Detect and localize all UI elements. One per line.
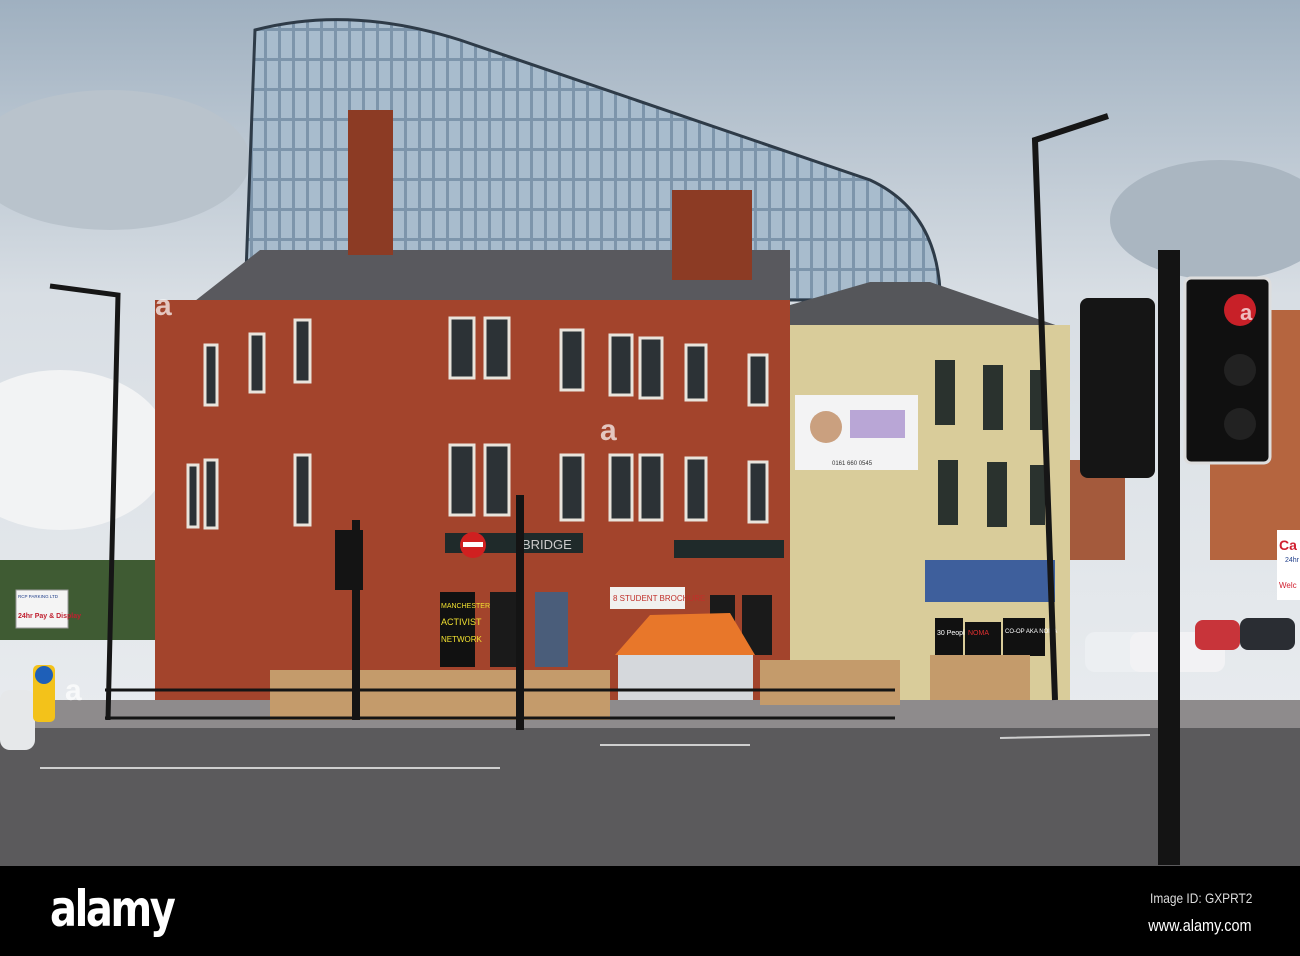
traffic-light xyxy=(1080,298,1155,478)
billboard: 0161 660 0545 xyxy=(795,395,918,470)
alamy-logo: alamy xyxy=(50,880,176,938)
svg-text:a: a xyxy=(155,289,172,322)
svg-text:Welc: Welc xyxy=(1279,581,1297,590)
svg-text:BRIDGE: BRIDGE xyxy=(522,537,572,552)
svg-text:NETWORK: NETWORK xyxy=(441,635,483,644)
traffic-light-pole xyxy=(516,495,524,730)
blue-shopfront xyxy=(925,560,1055,602)
road xyxy=(0,728,1300,866)
svg-text:a: a xyxy=(600,414,617,447)
website-link[interactable]: www.alamy.com xyxy=(1149,916,1252,936)
protest-boards: 30 People MADE NOMA CO-OP AKA NOMA xyxy=(935,618,1057,660)
amber-light xyxy=(1224,354,1256,386)
green-light xyxy=(1224,408,1256,440)
chimney xyxy=(348,110,393,255)
svg-text:RCP PARKING LTD: RCP PARKING LTD xyxy=(18,594,59,599)
svg-text:MANCHESTER: MANCHESTER xyxy=(441,603,490,610)
street-photo: MANCHESTER ACTIVIST NETWORK BRIDGE 8 STU… xyxy=(0,0,1300,866)
svg-text:8 STUDENT BROCHURE: 8 STUDENT BROCHURE xyxy=(613,594,705,603)
svg-text:CO-OP AKA NOMA: CO-OP AKA NOMA xyxy=(1005,629,1057,635)
chimney xyxy=(672,190,752,280)
keep-left-sign xyxy=(35,666,53,684)
watermark-bar: alamy Image ID: GXPRT2 www.alamy.com xyxy=(0,866,1300,956)
car-park-sign: Ca 24hr Welc xyxy=(1277,530,1300,600)
svg-text:24hr Pay & Display: 24hr Pay & Display xyxy=(18,613,81,620)
traffic-light-pole xyxy=(1158,250,1180,865)
traffic-light xyxy=(335,530,363,590)
svg-text:a: a xyxy=(65,674,82,707)
svg-text:NOMA: NOMA xyxy=(968,630,989,637)
svg-text:ACTIVIST: ACTIVIST xyxy=(441,617,482,627)
svg-text:Ca: Ca xyxy=(1279,537,1297,553)
tent-walls xyxy=(618,655,753,700)
photo-frame: MANCHESTER ACTIVIST NETWORK BRIDGE 8 STU… xyxy=(0,0,1300,956)
no-entry-bar xyxy=(463,542,483,547)
svg-text:a: a xyxy=(1240,300,1253,325)
image-id: Image ID: GXPRT2 xyxy=(1149,890,1252,906)
svg-text:0161 660 0545: 0161 660 0545 xyxy=(832,461,873,467)
svg-text:24hr: 24hr xyxy=(1285,557,1300,564)
